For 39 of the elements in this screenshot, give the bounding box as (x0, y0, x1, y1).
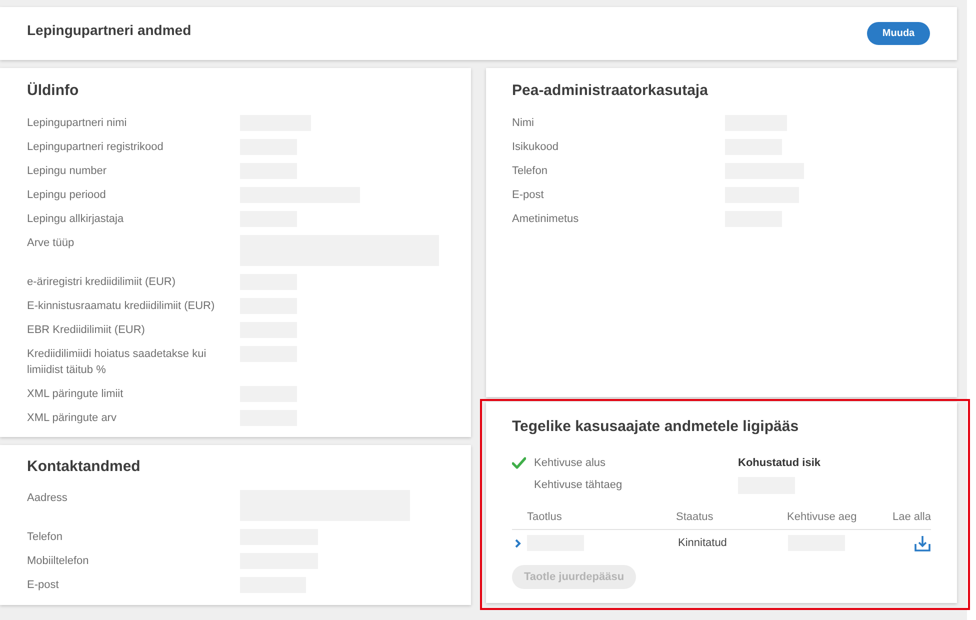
status-text: Kinnitatud (677, 536, 728, 551)
column-header: Lae alla (892, 510, 931, 525)
field-label: Lepingupartneri nimi (27, 116, 128, 131)
field-label: Nimi (512, 116, 535, 131)
card-title: Pea-administraatorkasutaja (512, 81, 709, 101)
field-label: EBR Krediidilimiit (EUR) (27, 323, 146, 338)
field-label: Lepingupartneri registrikood (27, 140, 164, 155)
field-label: E-post (512, 188, 545, 203)
field-label: Lepingu allkirjastaja (27, 212, 125, 227)
field-label: Aadress (27, 491, 68, 506)
field-label: Telefon (27, 530, 64, 545)
field-label: Ametinimetus (512, 212, 580, 227)
download-button[interactable] (913, 534, 931, 552)
edit-button[interactable]: Muuda (867, 22, 930, 45)
field-label: XML päringute arv (27, 411, 118, 426)
field-label: Isikukood (512, 140, 560, 155)
field-label: Telefon (512, 164, 548, 179)
field-label: Lepingu number (27, 164, 108, 179)
validity-label: Kehtivuse tähtaeg (534, 478, 624, 493)
field-label: E-kinnistusraamatu krediidilimiit (EUR) (27, 299, 216, 314)
column-header: Kehtivuse aeg (787, 510, 858, 525)
page-title: Lepingupartneri andmed (27, 21, 192, 39)
download-icon (914, 534, 930, 552)
field-label: XML päringute limiit (27, 387, 124, 402)
field-label: E-post (27, 578, 60, 593)
validity-value: Kohustatud isik (738, 456, 821, 471)
field-label: Mobiiltelefon (27, 554, 90, 569)
chevron-right-icon (515, 538, 521, 548)
card-title: Tegelike kasusaajate andmetele ligipääs (512, 417, 800, 437)
expand-button[interactable] (513, 537, 523, 549)
field-label: Krediidilimiidi hoiatus saadetakse kui limiidist täitub % (27, 347, 208, 378)
card-title: Üldinfo (27, 81, 80, 101)
field-label: e-äriregistri krediidilimiit (EUR) (27, 275, 177, 290)
validity-label: Kehtivuse alus (534, 456, 607, 471)
field-label: Arve tüüp (27, 236, 76, 251)
column-header: Taotlus (526, 510, 563, 525)
field-label: Lepingu periood (27, 188, 107, 203)
column-header: Staatus (676, 510, 714, 525)
card-title: Kontaktandmed (27, 457, 142, 477)
